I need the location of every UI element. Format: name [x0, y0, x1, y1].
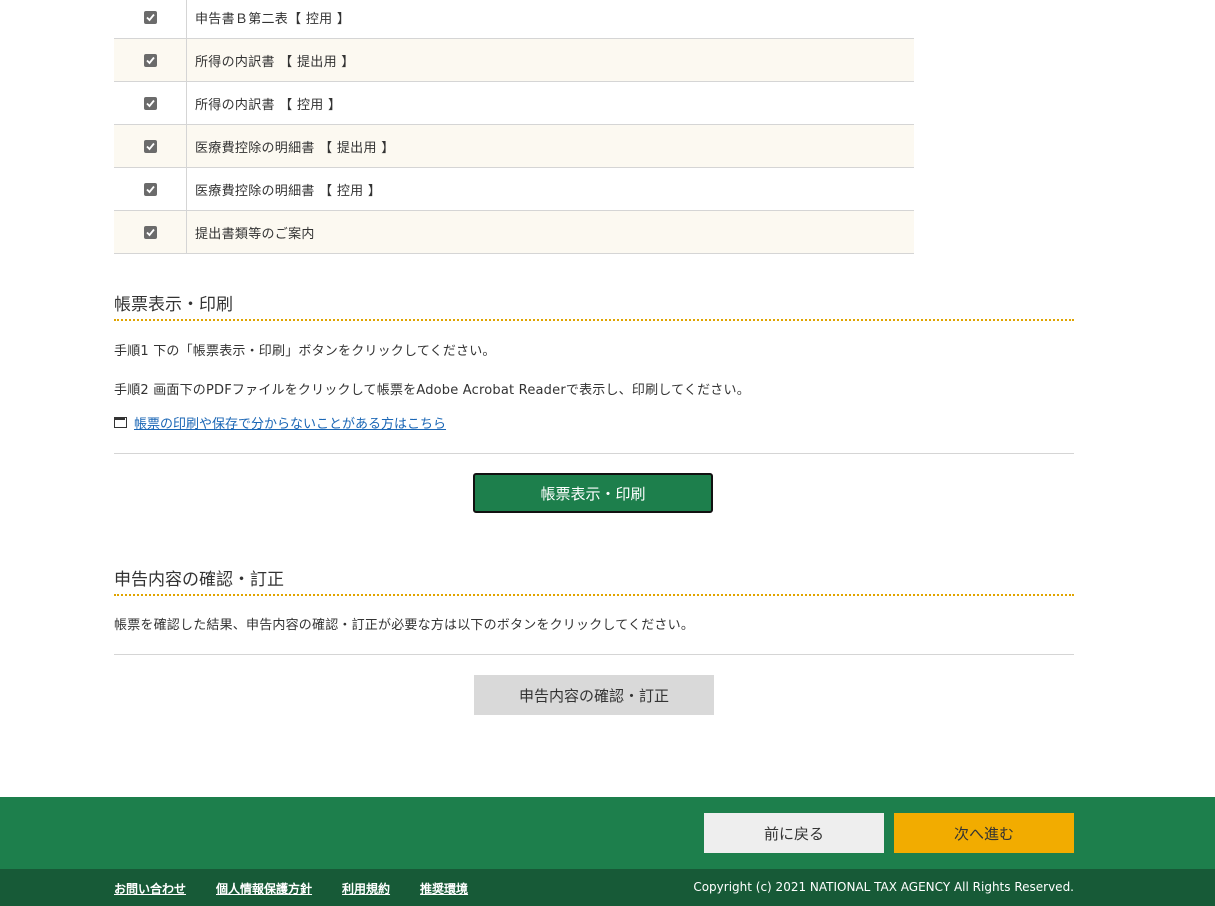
footer-link-contact[interactable]: お問い合わせ: [114, 880, 186, 897]
document-list: 申告書Ｂ第二表【 控用 】 所得の内訳書 【 提出用 】 所得の内訳書 【 控用…: [114, 0, 914, 254]
site-footer: お問い合わせ 個人情報保護方針 利用規約 推奨環境 Copyright (c) …: [0, 869, 1215, 906]
divider: [114, 453, 1074, 454]
document-label: 医療費控除の明細書 【 提出用 】: [195, 140, 395, 156]
document-checkbox[interactable]: [143, 53, 157, 67]
document-checkbox[interactable]: [143, 139, 157, 153]
document-checkbox[interactable]: [143, 182, 157, 196]
print-section-title: 帳票表示・印刷: [114, 295, 233, 315]
print-help-link[interactable]: 帳票の印刷や保存で分からないことがある方はこちら: [134, 413, 446, 432]
print-button[interactable]: 帳票表示・印刷: [473, 473, 713, 513]
checkbox-cell: [114, 211, 187, 253]
document-checkbox[interactable]: [143, 10, 157, 24]
correct-description: 帳票を確認した結果、申告内容の確認・訂正が必要な方は以下のボタンをクリックしてく…: [114, 618, 695, 633]
new-window-icon: [114, 417, 127, 428]
footer-link-terms[interactable]: 利用規約: [342, 880, 390, 897]
footer-link-privacy[interactable]: 個人情報保護方針: [216, 880, 312, 897]
section-divider: [114, 594, 1074, 596]
footer-links: お問い合わせ 個人情報保護方針 利用規約 推奨環境: [114, 880, 468, 897]
next-button[interactable]: 次へ進む: [894, 813, 1074, 853]
document-label: 所得の内訳書 【 提出用 】: [195, 54, 355, 70]
checkbox-cell: [114, 82, 187, 124]
document-row: 医療費控除の明細書 【 提出用 】: [114, 125, 914, 168]
document-row: 申告書Ｂ第二表【 控用 】: [114, 0, 914, 39]
help-link-row: 帳票の印刷や保存で分からないことがある方はこちら: [114, 413, 446, 432]
document-row: 提出書類等のご案内: [114, 211, 914, 254]
document-checkbox[interactable]: [143, 225, 157, 239]
document-row: 所得の内訳書 【 提出用 】: [114, 39, 914, 82]
print-step-1: 手順1 下の「帳票表示・印刷」ボタンをクリックしてください。: [114, 344, 496, 359]
checkbox-cell: [114, 125, 187, 167]
copyright-text: Copyright (c) 2021 NATIONAL TAX AGENCY A…: [693, 880, 1074, 894]
document-label: 提出書類等のご案内: [195, 226, 315, 242]
print-step-2: 手順2 画面下のPDFファイルをクリックして帳票をAdobe Acrobat R…: [114, 383, 750, 398]
document-label: 申告書Ｂ第二表【 控用 】: [195, 11, 351, 27]
footer-link-environment[interactable]: 推奨環境: [420, 880, 468, 897]
back-button[interactable]: 前に戻る: [704, 813, 884, 853]
checkbox-cell: [114, 168, 187, 210]
document-label: 所得の内訳書 【 控用 】: [195, 97, 342, 113]
document-label: 医療費控除の明細書 【 控用 】: [195, 183, 382, 199]
document-row: 所得の内訳書 【 控用 】: [114, 82, 914, 125]
footer-nav-bar: 前に戻る 次へ進む: [0, 797, 1215, 869]
document-row: 医療費控除の明細書 【 控用 】: [114, 168, 914, 211]
checkbox-cell: [114, 0, 187, 38]
checkbox-cell: [114, 39, 187, 81]
correct-section-title: 申告内容の確認・訂正: [114, 570, 284, 590]
correct-button[interactable]: 申告内容の確認・訂正: [474, 675, 714, 715]
section-divider: [114, 319, 1074, 321]
divider: [114, 654, 1074, 655]
document-checkbox[interactable]: [143, 96, 157, 110]
